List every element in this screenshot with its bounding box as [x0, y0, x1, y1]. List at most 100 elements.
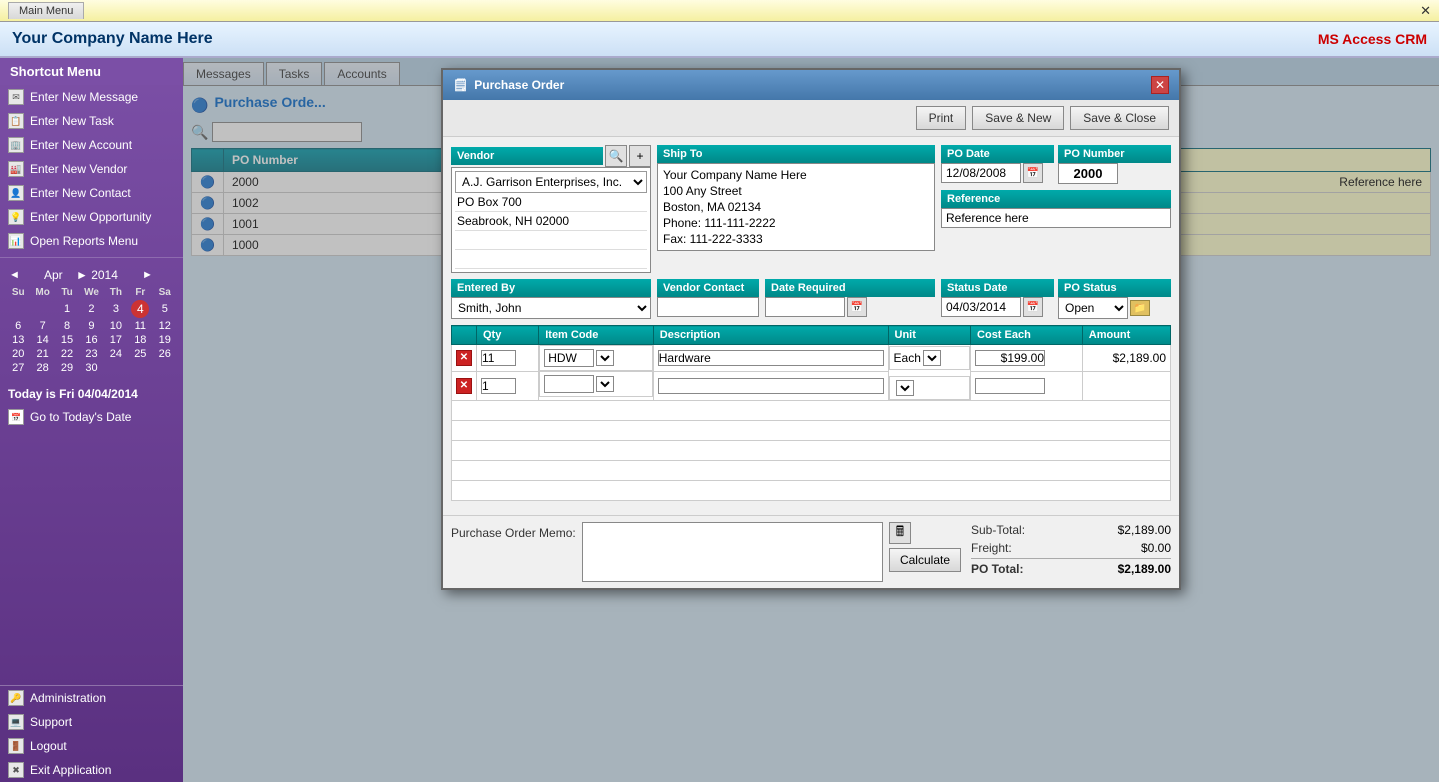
cal-day[interactable]: [6, 299, 30, 319]
cal-day[interactable]: 30: [79, 361, 103, 375]
cal-day[interactable]: 20: [6, 347, 30, 361]
cal-day[interactable]: 1: [55, 299, 79, 319]
cal-today-day[interactable]: 4: [128, 299, 152, 319]
main-menu-tab[interactable]: Main Menu: [8, 2, 84, 19]
vendor-add-button[interactable]: +: [629, 145, 651, 167]
save-close-button[interactable]: Save & Close: [1070, 106, 1169, 130]
po-status-dropdown[interactable]: Open: [1058, 297, 1128, 319]
po-date-field[interactable]: [941, 163, 1021, 183]
cal-day[interactable]: 13: [6, 333, 30, 347]
cal-day[interactable]: 3: [104, 299, 128, 319]
vendor-address4-field[interactable]: [455, 250, 647, 269]
cal-day[interactable]: [153, 361, 177, 375]
calendar-section: ◄ Apr ► 2014 ► Su Mo Tu We Th Fr Sa: [0, 262, 183, 381]
po-number-field[interactable]: [1058, 163, 1118, 184]
vendor-address1-field[interactable]: [455, 193, 647, 212]
date-required-field[interactable]: [765, 297, 845, 317]
cal-day[interactable]: 17: [104, 333, 128, 347]
vendor-search-button[interactable]: 🔍: [605, 145, 627, 167]
cal-day[interactable]: 26: [153, 347, 177, 361]
li-description-field-1[interactable]: [658, 350, 884, 366]
reference-field[interactable]: [941, 208, 1171, 228]
cal-day[interactable]: 21: [30, 347, 54, 361]
cal-day[interactable]: 24: [104, 347, 128, 361]
line-item-row-1: ✕: [452, 345, 1171, 372]
sidebar-label-new-task: Enter New Task: [30, 114, 114, 128]
cal-day[interactable]: 8: [55, 319, 79, 333]
vendor-header: Vendor 🔍 +: [451, 145, 651, 167]
cal-day[interactable]: 22: [55, 347, 79, 361]
line-items-table: Qty Item Code Description Unit Cost Each…: [451, 325, 1171, 501]
cal-day[interactable]: 14: [30, 333, 54, 347]
calendar-next-month-button[interactable]: ►: [139, 268, 156, 282]
window-close-button[interactable]: ✕: [1420, 3, 1431, 19]
save-new-button[interactable]: Save & New: [972, 106, 1064, 130]
li-qty-field-1[interactable]: [481, 350, 516, 366]
li-unit-dropdown-2[interactable]: [896, 380, 914, 396]
cal-day[interactable]: 9: [79, 319, 103, 333]
po-status-folder-button[interactable]: 📁: [1130, 300, 1150, 316]
li-cost-each-field-1[interactable]: [975, 350, 1045, 366]
sidebar-item-support[interactable]: 💻 Support: [0, 710, 183, 734]
sidebar-item-new-message[interactable]: ✉ Enter New Message: [0, 85, 183, 109]
status-date-field[interactable]: [941, 297, 1021, 317]
cal-day[interactable]: 10: [104, 319, 128, 333]
li-unit-dropdown-1[interactable]: [923, 350, 941, 366]
freight-label: Freight:: [971, 541, 1012, 555]
sidebar-item-new-vendor[interactable]: 🏭 Enter New Vendor: [0, 157, 183, 181]
sidebar-label-new-opportunity: Enter New Opportunity: [30, 210, 151, 224]
cal-day[interactable]: [30, 299, 54, 319]
cal-day[interactable]: 16: [79, 333, 103, 347]
li-delete-button-1[interactable]: ✕: [456, 350, 472, 366]
cal-day[interactable]: 15: [55, 333, 79, 347]
vendor-address2-field[interactable]: [455, 212, 647, 231]
cal-day[interactable]: 11: [128, 319, 152, 333]
cal-day[interactable]: 25: [128, 347, 152, 361]
po-date-calendar-button[interactable]: 📅: [1023, 163, 1043, 183]
sidebar-item-go-to-today[interactable]: 📅 Go to Today's Date: [0, 405, 183, 429]
print-button[interactable]: Print: [916, 106, 967, 130]
cal-day[interactable]: 2: [79, 299, 103, 319]
cal-day[interactable]: 12: [153, 319, 177, 333]
cal-day[interactable]: [128, 361, 152, 375]
li-item-code-dropdown-1[interactable]: [596, 350, 614, 366]
date-required-calendar-button[interactable]: 📅: [847, 297, 867, 317]
cal-day[interactable]: 23: [79, 347, 103, 361]
li-qty-field-2[interactable]: [481, 378, 516, 394]
sidebar-item-new-account[interactable]: 🏢 Enter New Account: [0, 133, 183, 157]
cal-day[interactable]: 28: [30, 361, 54, 375]
vendor-contact-field[interactable]: [657, 297, 759, 317]
sidebar-item-new-contact[interactable]: 👤 Enter New Contact: [0, 181, 183, 205]
sidebar-item-logout[interactable]: 🚪 Logout: [0, 734, 183, 758]
li-item-code-dropdown-2[interactable]: [596, 376, 614, 392]
exit-icon: ✖: [8, 762, 24, 778]
memo-textarea[interactable]: [582, 522, 883, 582]
calculator-icon-button[interactable]: 🖩: [889, 522, 911, 544]
entered-by-dropdown[interactable]: Smith, John: [451, 297, 651, 319]
date-required-header: Date Required: [765, 279, 935, 297]
calculate-button[interactable]: Calculate: [889, 548, 961, 572]
dialog-close-button[interactable]: ✕: [1151, 76, 1169, 94]
sidebar-item-new-task[interactable]: 📋 Enter New Task: [0, 109, 183, 133]
cal-day[interactable]: 29: [55, 361, 79, 375]
li-item-code-field-2[interactable]: [544, 375, 594, 393]
sidebar-item-exit[interactable]: ✖ Exit Application: [0, 758, 183, 782]
cal-day[interactable]: 7: [30, 319, 54, 333]
vendor-name-dropdown[interactable]: A.J. Garrison Enterprises, Inc.: [455, 171, 647, 193]
cal-day[interactable]: 19: [153, 333, 177, 347]
sidebar-item-administration[interactable]: 🔑 Administration: [0, 686, 183, 710]
vendor-address3-field[interactable]: [455, 231, 647, 250]
sidebar-item-new-opportunity[interactable]: 💡 Enter New Opportunity: [0, 205, 183, 229]
status-date-calendar-button[interactable]: 📅: [1023, 297, 1043, 317]
sidebar-item-reports-menu[interactable]: 📊 Open Reports Menu: [0, 229, 183, 253]
li-cost-each-field-2[interactable]: [975, 378, 1045, 394]
cal-day[interactable]: 6: [6, 319, 30, 333]
cal-day[interactable]: 18: [128, 333, 152, 347]
cal-day[interactable]: 27: [6, 361, 30, 375]
cal-day[interactable]: [104, 361, 128, 375]
cal-day[interactable]: 5: [153, 299, 177, 319]
li-item-code-field-1[interactable]: [544, 349, 594, 367]
li-description-field-2[interactable]: [658, 378, 884, 394]
li-delete-button-2[interactable]: ✕: [456, 378, 472, 394]
calendar-prev-month-button[interactable]: ◄: [6, 268, 23, 282]
